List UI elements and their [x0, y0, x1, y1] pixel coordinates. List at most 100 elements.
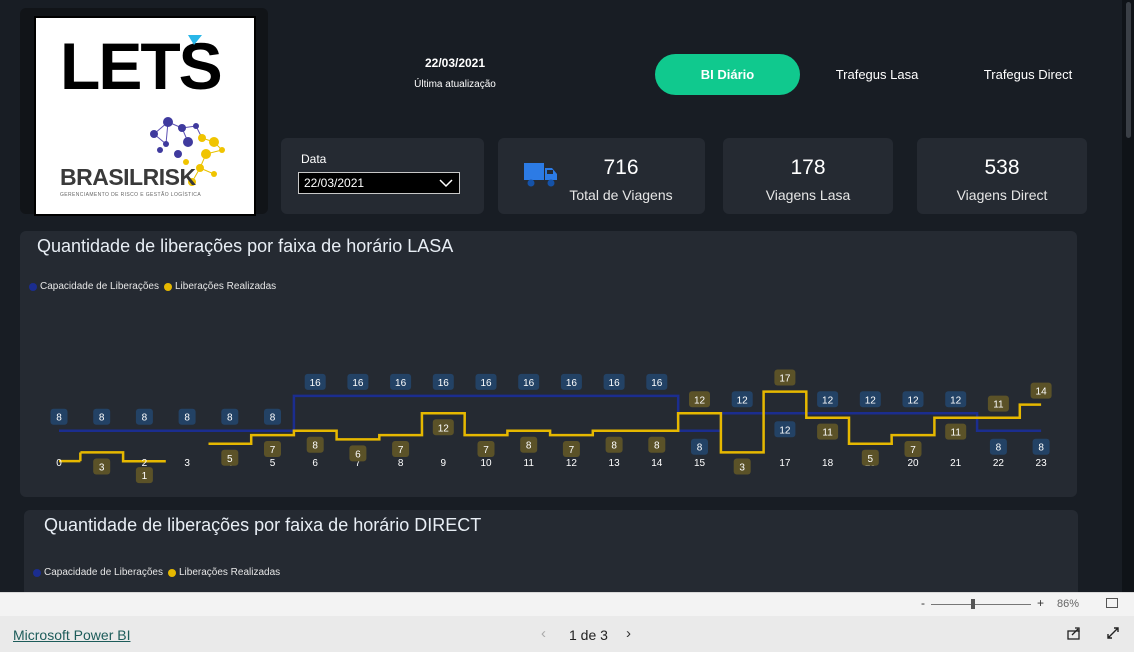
capacity-data-label: 12	[907, 395, 919, 406]
nav-bi-diario-button[interactable]: BI Diário	[655, 54, 800, 95]
realized-data-label: 14	[1036, 387, 1048, 398]
x-tick-label: 10	[480, 458, 492, 469]
realized-data-label: 6	[355, 449, 361, 460]
capacity-data-label: 8	[184, 413, 190, 424]
kpi-viagens-direct-card: 538 Viagens Direct	[917, 138, 1087, 214]
x-tick-label: 5	[270, 458, 276, 469]
capacity-data-label: 8	[270, 413, 276, 424]
capacity-step-line	[59, 394, 1042, 432]
capacity-data-label: 16	[480, 378, 492, 389]
kpi-viagens-lasa-card: 178 Viagens Lasa	[723, 138, 893, 214]
brasilrisk-tagline: GERENCIAMENTO DE RISCO E GESTÃO LOGÍSTIC…	[60, 192, 202, 198]
nav-trafegus-lasa-button[interactable]: Trafegus Lasa	[812, 54, 942, 95]
capacity-data-label: 8	[56, 413, 62, 424]
kpi-viagens-lasa-label: Viagens Lasa	[765, 187, 851, 203]
realized-data-label: 11	[822, 428, 833, 439]
realized-data-label: 8	[654, 441, 660, 452]
zoom-in-button[interactable]: +	[1037, 596, 1044, 610]
legend-capacity-label: Capacidade de Liberações	[44, 567, 163, 578]
zoom-slider-track[interactable]	[931, 604, 1031, 605]
realized-data-label: 8	[312, 441, 318, 452]
realized-data-label: 3	[739, 462, 745, 473]
vertical-scrollbar[interactable]	[1122, 0, 1134, 592]
x-tick-label: 13	[609, 458, 621, 469]
capacity-data-label: 8	[99, 413, 105, 424]
x-tick-label: 18	[822, 458, 834, 469]
realized-data-label: 5	[868, 454, 874, 465]
logo-image: LETS BRASILRISK GERENCIAMENTO DE RISCO E…	[34, 16, 256, 216]
legend-capacity-marker	[33, 568, 41, 577]
powerbi-link[interactable]: Microsoft Power BI	[13, 627, 130, 643]
realized-data-label: 8	[526, 441, 532, 452]
capacity-data-label: 8	[697, 443, 703, 454]
x-tick-label: 14	[651, 458, 663, 469]
zoom-slider-thumb[interactable]	[971, 599, 975, 609]
capacity-data-label: 12	[822, 395, 834, 406]
realized-data-label: 7	[270, 445, 276, 456]
realized-data-label: 7	[910, 445, 916, 456]
date-slicer-card: Data 22/03/2021	[281, 138, 484, 214]
last-update-label: Última atualização	[414, 79, 496, 90]
capacity-data-label: 12	[950, 395, 962, 406]
realized-data-label: 1	[142, 471, 148, 482]
report-canvas: LETS BRASILRISK GERENCIAMENTO DE RISCO E…	[0, 0, 1122, 592]
realized-data-label: 7	[569, 445, 575, 456]
chart-direct-title: Quantidade de liberações por faixa de ho…	[44, 515, 482, 535]
date-slicer-dropdown[interactable]: 22/03/2021	[298, 172, 460, 194]
share-icon[interactable]	[1067, 626, 1081, 640]
chart-lasa-plot: 0123456789101112131415161718192021222388…	[50, 369, 1052, 484]
capacity-data-label: 12	[737, 395, 749, 406]
realized-data-label: 12	[438, 423, 450, 434]
kpi-viagens-direct-value: 538	[984, 156, 1020, 179]
zoom-out-button[interactable]: -	[921, 596, 925, 610]
kpi-total-viagens-card: 716 Total de Viagens	[498, 138, 705, 214]
legend-realized-label: Liberações Realizadas	[178, 567, 281, 578]
expand-icon[interactable]	[1106, 626, 1120, 640]
previous-page-button[interactable]: ‹	[541, 625, 546, 642]
x-tick-label: 22	[993, 458, 1005, 469]
capacity-data-label: 8	[996, 443, 1002, 454]
realized-data-label: 7	[398, 445, 404, 456]
date-slicer-value: 22/03/2021	[304, 176, 365, 190]
x-tick-label: 8	[398, 458, 404, 469]
chart-direct-legend: Capacidade de Liberações Liberações Real…	[33, 567, 280, 578]
nav-trafegus-direct-button[interactable]: Trafegus Direct	[958, 54, 1098, 95]
x-tick-label: 12	[566, 458, 578, 469]
capacity-data-label: 16	[523, 378, 535, 389]
realized-data-label: 12	[694, 395, 706, 406]
capacity-data-label: 16	[395, 378, 407, 389]
chart-direct-panel: Quantidade de liberações por faixa de ho…	[24, 510, 1078, 592]
footer-bar: Microsoft Power BI ‹ 1 de 3 ›	[0, 616, 1134, 652]
next-page-button[interactable]: ›	[626, 625, 631, 642]
kpi-total-viagens-value: 716	[603, 156, 639, 179]
kpi-viagens-direct-label: Viagens Direct	[956, 187, 1048, 203]
realized-data-label: 8	[611, 441, 617, 452]
capacity-data-label: 16	[566, 378, 578, 389]
realized-data-label: 11	[951, 428, 962, 439]
fit-to-page-icon[interactable]	[1106, 598, 1118, 608]
x-tick-label: 3	[184, 458, 190, 469]
capacity-data-label: 16	[609, 378, 621, 389]
x-tick-label: 20	[907, 458, 919, 469]
chart-lasa-panel: Quantidade de liberações por faixa de ho…	[20, 231, 1077, 497]
kpi-viagens-lasa-value: 178	[790, 156, 826, 179]
capacity-data-label: 16	[651, 378, 663, 389]
page-indicator: 1 de 3	[569, 627, 608, 643]
capacity-data-label: 12	[865, 395, 877, 406]
realized-data-label: 3	[99, 462, 105, 473]
vertical-scrollbar-thumb[interactable]	[1126, 2, 1131, 138]
x-tick-label: 23	[1036, 458, 1048, 469]
brasilrisk-logo: BRASILRISK	[60, 164, 196, 190]
logo-card: LETS BRASILRISK GERENCIAMENTO DE RISCO E…	[20, 8, 268, 216]
x-tick-label: 17	[779, 458, 791, 469]
realized-data-label: 5	[227, 454, 233, 465]
realized-data-label: 17	[779, 374, 791, 385]
date-slicer-label: Data	[301, 152, 327, 166]
kpi-total-viagens-label: Total de Viagens	[569, 187, 673, 203]
capacity-data-label: 12	[779, 425, 791, 436]
capacity-data-label: 8	[1038, 443, 1044, 454]
x-tick-label: 11	[524, 458, 535, 469]
zoom-percent: 86%	[1057, 598, 1080, 610]
x-tick-label: 0	[56, 458, 62, 469]
zoom-bar: - + 86%	[0, 592, 1134, 616]
